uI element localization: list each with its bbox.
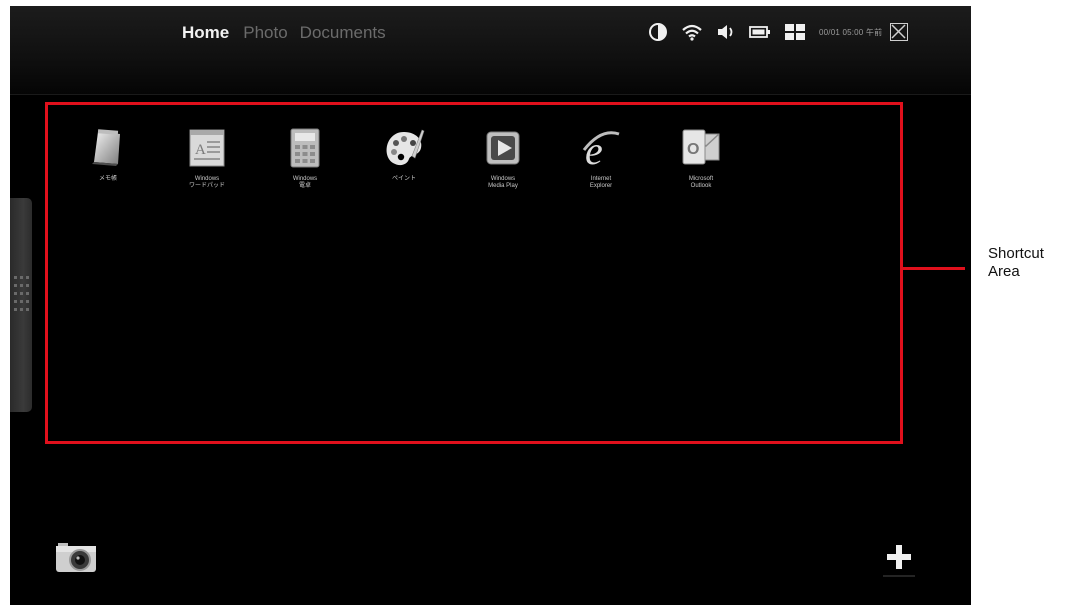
callout-label-line1: Shortcut	[988, 245, 1044, 262]
tab-photo[interactable]: Photo	[243, 23, 287, 43]
tab-bar: Home Photo Documents	[182, 23, 398, 43]
volume-icon[interactable]	[716, 20, 736, 44]
page: Home Photo Documents 00/01 05:00 午前 メモ帳 …	[0, 0, 1073, 609]
grid-icon[interactable]	[784, 20, 806, 44]
callout-line	[903, 267, 965, 270]
close-icon[interactable]	[890, 23, 909, 41]
callout-label-line2: Area	[988, 263, 1020, 280]
battery-icon[interactable]	[749, 20, 771, 44]
clock: 00/01 05:00 午前	[819, 27, 883, 37]
tab-documents[interactable]: Documents	[300, 23, 386, 43]
top-bar: Home Photo Documents 00/01 05:00 午前	[10, 6, 971, 95]
camera-button[interactable]	[54, 536, 100, 576]
contrast-icon[interactable]	[648, 20, 668, 44]
callout-label: Shortcut Area	[988, 245, 1072, 281]
plus-icon	[883, 545, 915, 577]
add-shortcut-button[interactable]	[881, 540, 917, 580]
shortcut-area-highlight	[45, 102, 903, 444]
camera-icon	[56, 543, 96, 572]
side-drawer-handle[interactable]	[10, 198, 32, 412]
status-tray: 00/01 05:00 午前	[648, 20, 909, 44]
tab-home[interactable]: Home	[182, 23, 229, 43]
wifi-icon[interactable]	[681, 20, 703, 44]
